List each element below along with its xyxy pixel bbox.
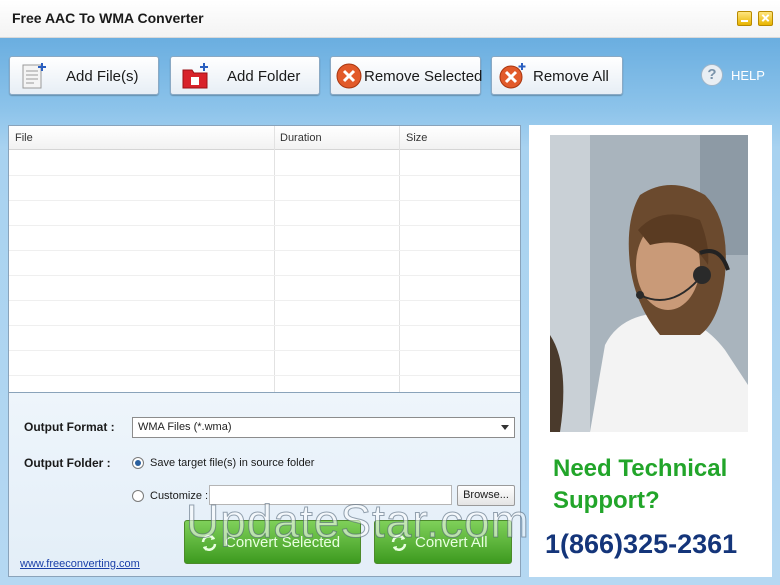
file-list-header: File Duration Size <box>9 126 520 150</box>
column-file[interactable]: File <box>15 132 33 144</box>
chevron-down-icon <box>501 425 509 430</box>
remove-icon <box>336 63 362 89</box>
watermark-text: UpdateStar.com <box>186 495 530 548</box>
remove-all-label: Remove All <box>533 68 609 85</box>
folder-add-icon <box>182 63 208 89</box>
row-divider <box>9 175 520 176</box>
close-button[interactable] <box>758 11 773 26</box>
remove-all-button[interactable]: Remove All <box>491 56 623 95</box>
column-divider <box>399 126 400 392</box>
row-divider <box>9 300 520 301</box>
output-format-label: Output Format : <box>24 420 115 434</box>
radio-source-folder[interactable] <box>132 457 144 469</box>
row-divider <box>9 325 520 326</box>
remove-all-icon <box>499 63 526 89</box>
radio-customize[interactable] <box>132 490 144 502</box>
add-files-label: Add File(s) <box>66 68 139 85</box>
help-icon: ? <box>701 64 723 86</box>
help-button[interactable]: ? HELP <box>701 64 765 86</box>
ad-headline: Need Technical Support? <box>553 455 728 514</box>
document-add-icon <box>22 63 46 89</box>
radio-source-folder-label: Save target file(s) in source folder <box>150 457 315 469</box>
add-folder-label: Add Folder <box>227 68 301 85</box>
row-divider <box>9 275 520 276</box>
help-label: HELP <box>731 67 765 83</box>
output-folder-label: Output Folder : <box>24 456 111 470</box>
output-format-value: WMA Files (*.wma) <box>138 421 232 433</box>
remove-selected-button[interactable]: Remove Selected <box>330 56 483 95</box>
file-list[interactable]: File Duration Size <box>8 125 521 393</box>
minimize-button[interactable] <box>737 11 752 26</box>
row-divider <box>9 200 520 201</box>
website-link[interactable]: www.freeconverting.com <box>20 558 140 570</box>
add-files-button[interactable]: Add File(s) <box>9 56 159 95</box>
output-options-panel: Output Format : WMA Files (*.wma) Output… <box>8 393 521 577</box>
row-divider <box>9 225 520 226</box>
remove-selected-label: Remove Selected <box>364 68 483 85</box>
column-divider <box>274 126 275 392</box>
ad-phone-number: 1(866)325-2361 <box>545 529 738 559</box>
column-size[interactable]: Size <box>406 132 427 144</box>
output-format-select[interactable]: WMA Files (*.wma) <box>132 417 515 438</box>
window-title: Free AAC To WMA Converter <box>12 10 204 26</box>
row-divider <box>9 375 520 376</box>
column-duration[interactable]: Duration <box>280 132 322 144</box>
add-folder-button[interactable]: Add Folder <box>170 56 320 95</box>
title-bar: Free AAC To WMA Converter <box>0 0 780 38</box>
support-agent-photo <box>550 135 748 432</box>
row-divider <box>9 250 520 251</box>
row-divider <box>9 350 520 351</box>
support-ad-panel[interactable]: Need Technical Support? 1(866)325-2361 <box>529 125 772 577</box>
